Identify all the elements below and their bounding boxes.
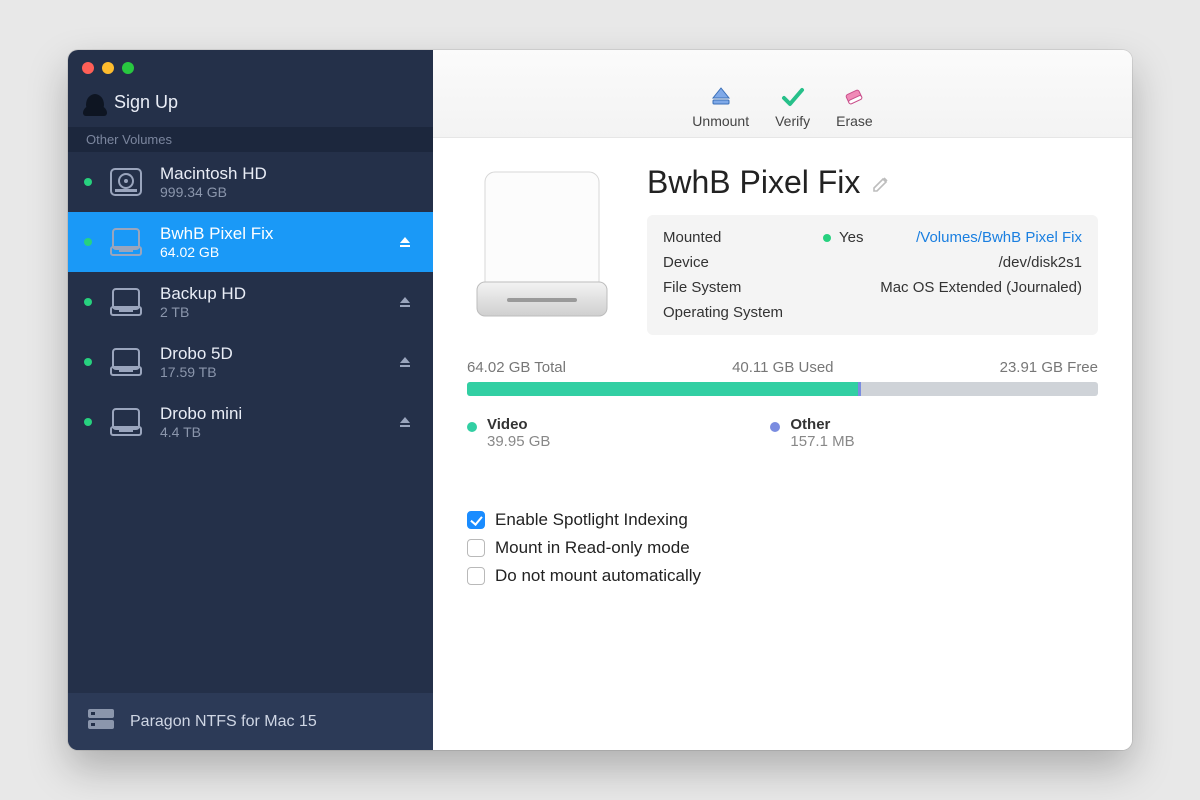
window-traffic-lights <box>68 50 433 86</box>
info-row-os: Operating System <box>663 300 1082 325</box>
volume-size: 999.34 GB <box>160 184 417 200</box>
footer-product-label: Paragon NTFS for Mac 15 <box>130 713 317 731</box>
legend-dot-other <box>770 422 780 432</box>
sidebar: Sign Up Other Volumes Macintosh HD999.34… <box>68 50 433 750</box>
volume-item[interactable]: Drobo 5D17.59 TB <box>68 332 433 392</box>
window-minimize-button[interactable] <box>102 62 114 74</box>
usage-segment-video <box>467 382 858 396</box>
volume-size: 64.02 GB <box>160 244 379 260</box>
app-window: Sign Up Other Volumes Macintosh HD999.34… <box>68 50 1132 750</box>
unmount-label: Unmount <box>692 113 749 129</box>
window-zoom-button[interactable] <box>122 62 134 74</box>
eraser-icon <box>842 86 866 111</box>
volume-name: Backup HD <box>160 284 379 304</box>
footer-product-bar[interactable]: Paragon NTFS for Mac 15 <box>68 693 433 750</box>
checkmark-icon <box>781 86 805 111</box>
status-dot <box>84 238 92 246</box>
info-row-device: Device /dev/disk2s1 <box>663 250 1082 275</box>
usage-used: 40.11 GB Used <box>732 359 833 376</box>
info-row-mounted: Mounted Yes /Volumes/BwhB Pixel Fix <box>663 225 1082 250</box>
usage-legend: Video 39.95 GB Other 157.1 MB <box>467 416 1098 450</box>
sign-up-label: Sign Up <box>114 92 178 113</box>
option-noauto[interactable]: Do not mount automatically <box>467 566 1098 586</box>
unmount-button[interactable]: Unmount <box>692 86 749 129</box>
volume-item[interactable]: Drobo mini4.4 TB <box>68 392 433 452</box>
product-icon <box>88 709 114 734</box>
legend-item-video: Video 39.95 GB <box>467 416 550 450</box>
drive-icon <box>106 402 146 442</box>
info-row-filesystem: File System Mac OS Extended (Journaled) <box>663 275 1082 300</box>
legend-size-video: 39.95 GB <box>487 433 550 450</box>
legend-name-video: Video <box>487 416 550 433</box>
volume-title: BwhB Pixel Fix <box>647 164 860 201</box>
status-dot <box>84 178 92 186</box>
eject-button[interactable] <box>393 230 417 254</box>
drive-icon <box>106 222 146 262</box>
volume-list: Macintosh HD999.34 GBBwhB Pixel Fix64.02… <box>68 152 433 693</box>
option-label-noauto: Do not mount automatically <box>495 566 701 586</box>
legend-size-other: 157.1 MB <box>790 433 854 450</box>
sign-up-link[interactable]: Sign Up <box>68 86 433 127</box>
drive-icon <box>106 342 146 382</box>
volume-size: 2 TB <box>160 304 379 320</box>
mount-options: Enable Spotlight Indexing Mount in Read-… <box>467 510 1098 586</box>
toolbar: Unmount Verify Erase <box>433 50 1132 138</box>
eject-button[interactable] <box>393 410 417 434</box>
verify-button[interactable]: Verify <box>775 86 810 129</box>
legend-name-other: Other <box>790 416 854 433</box>
volume-size: 17.59 TB <box>160 364 379 380</box>
eject-button[interactable] <box>393 290 417 314</box>
drive-icon <box>106 162 146 202</box>
erase-label: Erase <box>836 113 873 129</box>
content-area: BwhB Pixel Fix Mounted Yes /Volumes/BwhB… <box>433 138 1132 750</box>
user-icon <box>86 94 104 112</box>
volume-info-box: Mounted Yes /Volumes/BwhB Pixel Fix Devi… <box>647 215 1098 335</box>
volume-size: 4.4 TB <box>160 424 379 440</box>
eject-button[interactable] <box>393 350 417 374</box>
volume-name: BwhB Pixel Fix <box>160 224 379 244</box>
legend-dot-video <box>467 422 477 432</box>
usage-bar <box>467 382 1098 396</box>
drive-illustration <box>467 164 617 329</box>
volume-item[interactable]: Backup HD2 TB <box>68 272 433 332</box>
volume-name: Drobo mini <box>160 404 379 424</box>
info-label-device: Device <box>663 254 823 271</box>
info-value-device: /dev/disk2s1 <box>999 254 1082 271</box>
info-label-filesystem: File System <box>663 279 823 296</box>
legend-item-other: Other 157.1 MB <box>770 416 854 450</box>
info-value-mounted: Yes <box>839 229 863 246</box>
volume-item[interactable]: BwhB Pixel Fix64.02 GB <box>68 212 433 272</box>
info-value-filesystem: Mac OS Extended (Journaled) <box>880 279 1082 296</box>
info-label-os: Operating System <box>663 304 823 321</box>
status-dot <box>84 418 92 426</box>
volume-title-row: BwhB Pixel Fix <box>647 164 1098 201</box>
option-label-readonly: Mount in Read-only mode <box>495 538 690 558</box>
volume-item[interactable]: Macintosh HD999.34 GB <box>68 152 433 212</box>
checkbox-spotlight[interactable] <box>467 511 485 529</box>
checkbox-noauto[interactable] <box>467 567 485 585</box>
option-readonly[interactable]: Mount in Read-only mode <box>467 538 1098 558</box>
option-label-spotlight: Enable Spotlight Indexing <box>495 510 688 530</box>
verify-label: Verify <box>775 113 810 129</box>
volume-name: Drobo 5D <box>160 344 379 364</box>
usage-summary: 64.02 GB Total 40.11 GB Used 23.91 GB Fr… <box>467 359 1098 376</box>
usage-total: 64.02 GB Total <box>467 359 566 376</box>
option-spotlight[interactable]: Enable Spotlight Indexing <box>467 510 1098 530</box>
window-close-button[interactable] <box>82 62 94 74</box>
status-dot-green <box>823 234 831 242</box>
status-dot <box>84 298 92 306</box>
main-panel: Unmount Verify Erase <box>433 50 1132 750</box>
erase-button[interactable]: Erase <box>836 86 873 129</box>
drive-icon <box>106 282 146 322</box>
mount-point-link[interactable]: /Volumes/BwhB Pixel Fix <box>916 229 1082 246</box>
usage-free: 23.91 GB Free <box>1000 359 1098 376</box>
volume-name: Macintosh HD <box>160 164 417 184</box>
checkbox-readonly[interactable] <box>467 539 485 557</box>
sidebar-section-label: Other Volumes <box>68 127 433 152</box>
info-label-mounted: Mounted <box>663 229 823 246</box>
rename-button[interactable] <box>872 164 890 201</box>
status-dot <box>84 358 92 366</box>
eject-icon <box>709 86 733 111</box>
usage-segment-other <box>858 382 861 396</box>
